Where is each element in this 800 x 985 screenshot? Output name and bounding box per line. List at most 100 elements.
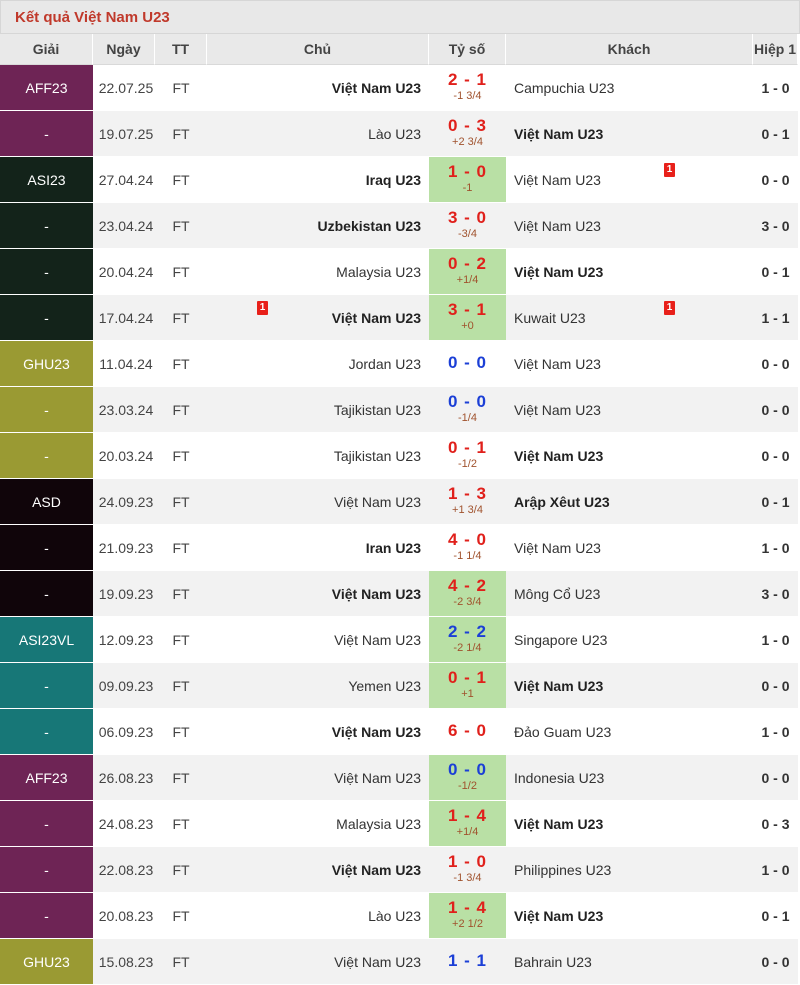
away-team[interactable]: Việt Nam U23 [514, 402, 601, 418]
away-team[interactable]: Singapore U23 [514, 632, 607, 648]
score-cell[interactable]: 0 - 1 -1/2 [429, 433, 506, 479]
full-time-score[interactable]: 1 - 0 [429, 162, 506, 181]
league-cell[interactable]: ASD [0, 479, 93, 525]
full-time-score[interactable]: 1 - 0 [429, 852, 506, 871]
score-cell[interactable]: 1 - 0 -1 [429, 157, 506, 203]
full-time-score[interactable]: 0 - 1 [429, 668, 506, 687]
league-cell[interactable]: - [0, 111, 93, 157]
league-cell[interactable]: ASI23VL [0, 617, 93, 663]
col-status[interactable]: TT [155, 34, 207, 65]
score-cell[interactable]: 1 - 4 +1/4 [429, 801, 506, 847]
league-label[interactable]: - [44, 218, 49, 234]
score-cell[interactable]: 0 - 1 +1 [429, 663, 506, 709]
league-cell[interactable]: - [0, 709, 93, 755]
score-cell[interactable]: 6 - 0 [429, 709, 506, 755]
full-time-score[interactable]: 0 - 2 [429, 254, 506, 273]
league-cell[interactable]: AFF23 [0, 755, 93, 801]
full-time-score[interactable]: 1 - 3 [429, 484, 506, 503]
score-cell[interactable]: 2 - 2 -2 1/4 [429, 617, 506, 663]
home-team[interactable]: Việt Nam U23 [332, 80, 421, 96]
away-team[interactable]: Indonesia U23 [514, 770, 604, 786]
league-label[interactable]: ASI23 [27, 172, 65, 188]
score-cell[interactable]: 1 - 4 +2 1/2 [429, 893, 506, 939]
league-cell[interactable]: GHU23 [0, 939, 93, 985]
table-row[interactable]: ASI23VL 12.09.23 FT Việt Nam U23 2 - 2 -2 1/4… [0, 617, 798, 663]
table-row[interactable]: - 20.03.24 FT Tajikistan U23 0 - 1 -1/2 Việt N… [0, 433, 798, 479]
away-team[interactable]: Campuchia U23 [514, 80, 614, 96]
league-cell[interactable]: - [0, 571, 93, 617]
table-row[interactable]: AFF23 26.08.23 FT Việt Nam U23 0 - 0 -1/2 Indo… [0, 755, 798, 801]
table-row[interactable]: - 21.09.23 FT Iran U23 4 - 0 -1 1/4 Việt Nam U… [0, 525, 798, 571]
table-row[interactable]: - 20.08.23 FT Lào U23 1 - 4 +2 1/2 Việt Nam U2… [0, 893, 798, 939]
league-cell[interactable]: - [0, 249, 93, 295]
away-team[interactable]: Việt Nam U23 [514, 908, 603, 924]
full-time-score[interactable]: 0 - 3 [429, 116, 506, 135]
home-team[interactable]: Uzbekistan U23 [318, 218, 421, 234]
score-cell[interactable]: 0 - 0 -1/2 [429, 755, 506, 801]
away-team[interactable]: Arập Xêut U23 [514, 494, 610, 510]
table-row[interactable]: -17.04.24 FT 1 Việt Nam U23 3 - 1 +0 Kuwait U2… [0, 295, 798, 341]
away-team[interactable]: Việt Nam U23 [514, 678, 603, 694]
table-row[interactable]: -23.04.24 FT Uzbekistan U23 3 - 0 -3/4 Việt N… [0, 203, 798, 249]
home-team[interactable]: Việt Nam U23 [332, 862, 421, 878]
away-team[interactable]: Việt Nam U23 [514, 172, 601, 188]
table-row[interactable]: ASI23 27.04.24 FT Iraq U23 1 - 0 -1 Việt Nam U… [0, 157, 798, 203]
league-label[interactable]: - [44, 908, 49, 924]
league-cell[interactable]: - [0, 387, 93, 433]
home-team[interactable]: Tajikistan U23 [334, 402, 421, 418]
league-label[interactable]: - [44, 862, 49, 878]
score-cell[interactable]: 1 - 3 +1 3/4 [429, 479, 506, 525]
league-cell[interactable]: GHU23 [0, 341, 93, 387]
league-cell[interactable]: - [0, 433, 93, 479]
score-cell[interactable]: 4 - 2 -2 3/4 [429, 571, 506, 617]
league-cell[interactable]: - [0, 525, 93, 571]
away-team[interactable]: Kuwait U23 [514, 310, 586, 326]
league-label[interactable]: - [44, 586, 49, 602]
table-row[interactable]: -23.03.24 FT Tajikistan U23 0 - 0 -1/4 Việt N… [0, 387, 798, 433]
col-score[interactable]: Tỷ số [429, 34, 506, 65]
away-team[interactable]: Việt Nam U23 [514, 264, 603, 280]
table-row[interactable]: - 19.07.25 FT Lào U23 0 - 3 +2 3/4 Việt Nam U2… [0, 111, 798, 157]
league-label[interactable]: - [44, 724, 49, 740]
away-team[interactable]: Philippines U23 [514, 862, 611, 878]
league-label[interactable]: - [44, 402, 49, 418]
full-time-score[interactable]: 2 - 2 [429, 622, 506, 641]
away-team[interactable]: Việt Nam U23 [514, 356, 601, 372]
league-label[interactable]: ASI23VL [19, 632, 74, 648]
score-cell[interactable]: 3 - 1 +0 [429, 295, 506, 341]
home-team[interactable]: Việt Nam U23 [334, 954, 421, 970]
score-cell[interactable]: 0 - 3 +2 3/4 [429, 111, 506, 157]
score-cell[interactable]: 1 - 0 -1 3/4 [429, 847, 506, 893]
score-cell[interactable]: 1 - 1 [429, 939, 506, 985]
away-team[interactable]: Việt Nam U23 [514, 540, 601, 556]
away-team[interactable]: Đảo Guam U23 [514, 724, 611, 740]
score-cell[interactable]: 0 - 0 [429, 341, 506, 387]
league-label[interactable]: - [44, 310, 49, 326]
full-time-score[interactable]: 3 - 0 [429, 208, 506, 227]
table-row[interactable]: - 24.08.23 FT Malaysia U23 1 - 4 +1/4 Việt Nam… [0, 801, 798, 847]
home-team[interactable]: Việt Nam U23 [334, 770, 421, 786]
league-label[interactable]: AFF23 [25, 770, 67, 786]
score-cell[interactable]: 4 - 0 -1 1/4 [429, 525, 506, 571]
table-row[interactable]: - 19.09.23 FT Việt Nam U23 4 - 2 -2 3/4 Mông C… [0, 571, 798, 617]
home-team[interactable]: Việt Nam U23 [332, 724, 421, 740]
home-team[interactable]: Malaysia U23 [336, 816, 421, 832]
col-away[interactable]: Khách [506, 34, 753, 65]
score-cell[interactable]: 3 - 0 -3/4 [429, 203, 506, 249]
full-time-score[interactable]: 6 - 0 [429, 721, 506, 740]
table-row[interactable]: ASD 24.09.23 FT Việt Nam U23 1 - 3 +1 3/4 Arập… [0, 479, 798, 525]
away-team[interactable]: Mông Cổ U23 [514, 586, 600, 602]
col-home[interactable]: Chủ [207, 34, 429, 65]
home-team[interactable]: Yemen U23 [348, 678, 421, 694]
league-label[interactable]: - [44, 540, 49, 556]
home-team[interactable]: Việt Nam U23 [332, 586, 421, 602]
league-cell[interactable]: AFF23 [0, 65, 93, 111]
full-time-score[interactable]: 4 - 0 [429, 530, 506, 549]
league-cell[interactable]: ASI23 [0, 157, 93, 203]
full-time-score[interactable]: 0 - 1 [429, 438, 506, 457]
league-cell[interactable]: - [0, 893, 93, 939]
col-date[interactable]: Ngày [93, 34, 155, 65]
league-label[interactable]: GHU23 [23, 356, 70, 372]
league-label[interactable]: AFF23 [25, 80, 67, 96]
table-row[interactable]: - 09.09.23 FT Yemen U23 0 - 1 +1 Việt Nam U23 0… [0, 663, 798, 709]
